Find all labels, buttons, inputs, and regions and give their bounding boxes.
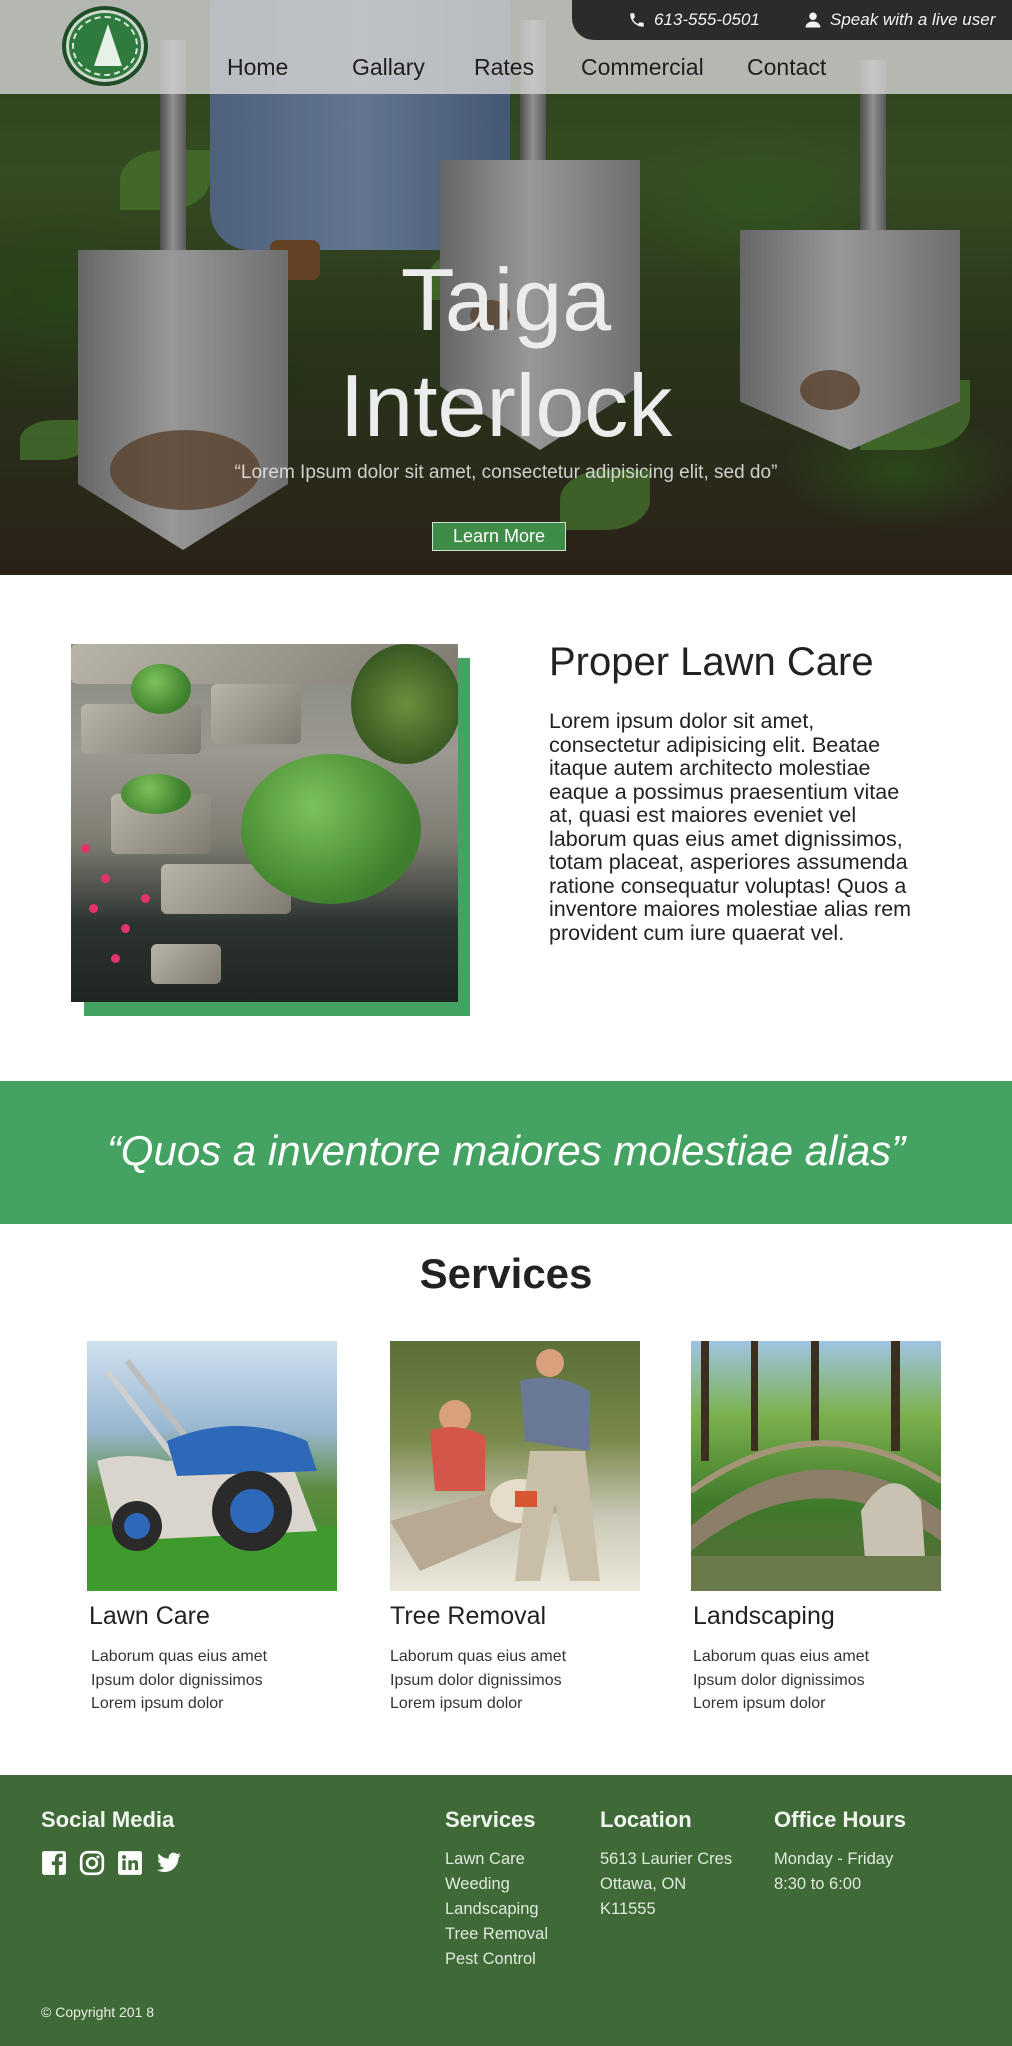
footer-service-link[interactable]: Lawn Care (445, 1847, 548, 1872)
phone-number: 613-555-0501 (654, 10, 760, 29)
bush (121, 774, 191, 814)
instagram-icon[interactable] (79, 1850, 105, 1876)
social-icons (41, 1850, 181, 1876)
quote-banner: “Quos a inventore maiores molestiae alia… (0, 1081, 1012, 1224)
footer-service-link[interactable]: Tree Removal (445, 1922, 548, 1947)
office-hours-heading: Office Hours (774, 1807, 907, 1832)
mower-illustration (87, 1359, 337, 1591)
office-hours: Monday - Friday 8:30 to 6:00 (774, 1847, 893, 1897)
flower (81, 844, 90, 853)
bush (241, 754, 421, 904)
lawn-care-description: Lorem ipsum dolor sit amet, consectetur … (549, 709, 912, 945)
linkedin-icon[interactable] (117, 1850, 143, 1876)
service-line: Lorem ipsum dolor (390, 1695, 523, 1712)
learn-more-button[interactable]: Learn More (432, 522, 566, 551)
flower (111, 954, 120, 963)
flower (121, 924, 130, 933)
services-title: Services (419, 1250, 593, 1297)
address-line: K11555 (600, 1900, 656, 1918)
garden-photo (71, 644, 458, 1002)
landscaping-image (691, 1341, 941, 1591)
nav-contact[interactable]: Contact (747, 54, 826, 81)
nav-gallary[interactable]: Gallary (352, 54, 425, 81)
service-name: Landscaping (693, 1602, 835, 1630)
location-address: 5613 Laurier Cres Ottawa, ON K11555 (600, 1847, 732, 1922)
nav-rates[interactable]: Rates (474, 54, 534, 81)
phone-link[interactable]: 613-555-0501 (628, 10, 760, 30)
tree-removal-illustration (390, 1349, 600, 1581)
address-line: 5613 Laurier Cres (600, 1850, 733, 1868)
service-line: Laborum quas eius amet (693, 1648, 870, 1665)
service-line: Ipsum dolor dignissimos (390, 1671, 562, 1689)
hero-section: 613-555-0501 Speak with a live user Home… (0, 0, 1012, 575)
live-user-link[interactable]: Speak with a live user (804, 10, 995, 30)
lawn-care-image (87, 1341, 337, 1591)
hours-line: Monday - Friday (774, 1850, 894, 1868)
lawn-care-title: Proper Lawn Care (549, 640, 874, 684)
copyright: © Copyright 201 8 (41, 2004, 155, 2020)
nav-home[interactable]: Home (227, 54, 288, 81)
twitter-icon[interactable] (155, 1850, 181, 1876)
banner-quote: “Quos a inventore maiores molestiae alia… (106, 1127, 906, 1174)
rock (81, 704, 201, 754)
footer-service-link[interactable]: Landscaping (445, 1897, 548, 1922)
location-heading: Location (600, 1807, 692, 1832)
site-footer: Social Media Services Lawn Care Weeding … (0, 1775, 1012, 2046)
rock (211, 684, 301, 744)
hero-subtitle: “Lorem Ipsum dolor sit amet, consectetur… (234, 462, 778, 483)
service-description: Laborum quas eius amet Ipsum dolor digni… (390, 1645, 566, 1716)
service-line: Laborum quas eius amet (390, 1648, 567, 1665)
flower (89, 904, 98, 913)
hours-line: 8:30 to 6:00 (774, 1875, 862, 1893)
bush (351, 644, 458, 764)
social-media-heading: Social Media (41, 1807, 175, 1832)
address-line: Ottawa, ON (600, 1875, 687, 1893)
service-line: Ipsum dolor dignissimos (693, 1671, 865, 1689)
footer-services-list: Lawn Care Weeding Landscaping Tree Remov… (445, 1847, 548, 1972)
bridge-illustration (691, 1341, 941, 1591)
live-user-label: Speak with a live user (830, 10, 996, 29)
footer-services-heading: Services (445, 1807, 536, 1832)
service-name: Tree Removal (390, 1602, 547, 1630)
hero-title-line2: Interlock (339, 356, 673, 455)
user-icon (805, 12, 821, 28)
bush (131, 664, 191, 714)
contact-bar: 613-555-0501 Speak with a live user (572, 0, 1012, 40)
nav-commercial[interactable]: Commercial (581, 54, 704, 81)
footer-service-link[interactable]: Weeding (445, 1872, 548, 1897)
footer-service-link[interactable]: Pest Control (445, 1947, 548, 1972)
service-line: Lorem ipsum dolor (693, 1695, 826, 1712)
service-description: Laborum quas eius amet Ipsum dolor digni… (91, 1645, 267, 1716)
hero-title-line1: Taiga (400, 250, 612, 349)
service-description: Laborum quas eius amet Ipsum dolor digni… (693, 1645, 869, 1716)
service-name: Lawn Care (89, 1602, 210, 1630)
service-line: Laborum quas eius amet (91, 1648, 268, 1665)
phone-icon (630, 13, 644, 27)
tree-removal-image (390, 1341, 640, 1591)
facebook-icon[interactable] (41, 1850, 67, 1876)
flower (141, 894, 150, 903)
rock (151, 944, 221, 984)
service-line: Lorem ipsum dolor (91, 1695, 224, 1712)
service-line: Ipsum dolor dignissimos (91, 1671, 263, 1689)
flower (101, 874, 110, 883)
main-nav: Home Gallary Rates Commercial Contact (0, 52, 1012, 86)
